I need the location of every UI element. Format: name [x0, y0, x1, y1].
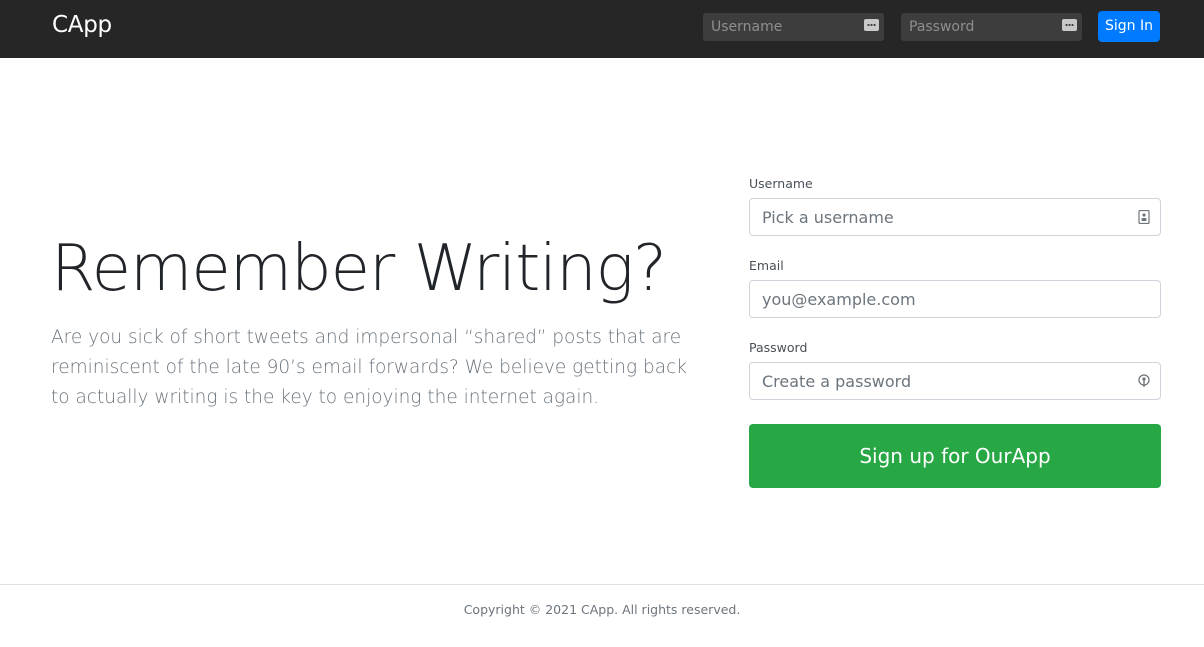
header-username-field[interactable]: [703, 13, 884, 41]
sign-in-button[interactable]: Sign In: [1098, 11, 1160, 42]
brand-logo[interactable]: CApp: [52, 12, 112, 38]
password-label: Password: [749, 340, 808, 355]
password-field[interactable]: [749, 362, 1161, 400]
password-manager-icon[interactable]: [864, 19, 879, 31]
username-input[interactable]: [750, 199, 1160, 235]
top-navbar: CApp Sign In: [0, 0, 1204, 58]
footer-copyright: Copyright © 2021 CApp. All rights reserv…: [463, 602, 741, 617]
header-password-input[interactable]: [901, 13, 1082, 41]
email-label: Email: [749, 258, 784, 273]
password-manager-icon[interactable]: [1062, 19, 1077, 31]
hero-title: Remember Writing?: [51, 232, 667, 306]
hero-description: Are you sick of short tweets and imperso…: [51, 327, 687, 408]
email-input[interactable]: [750, 281, 1160, 317]
contact-card-icon[interactable]: [1138, 210, 1150, 224]
username-field[interactable]: [749, 198, 1161, 236]
header-username-input[interactable]: [703, 13, 884, 41]
email-field[interactable]: [749, 280, 1161, 318]
password-input[interactable]: [750, 363, 1160, 399]
key-icon[interactable]: [1138, 374, 1150, 388]
username-label: Username: [749, 176, 813, 191]
signup-button[interactable]: Sign up for OurApp: [749, 424, 1161, 488]
footer-divider: [0, 584, 1204, 585]
header-password-field[interactable]: [901, 13, 1082, 41]
